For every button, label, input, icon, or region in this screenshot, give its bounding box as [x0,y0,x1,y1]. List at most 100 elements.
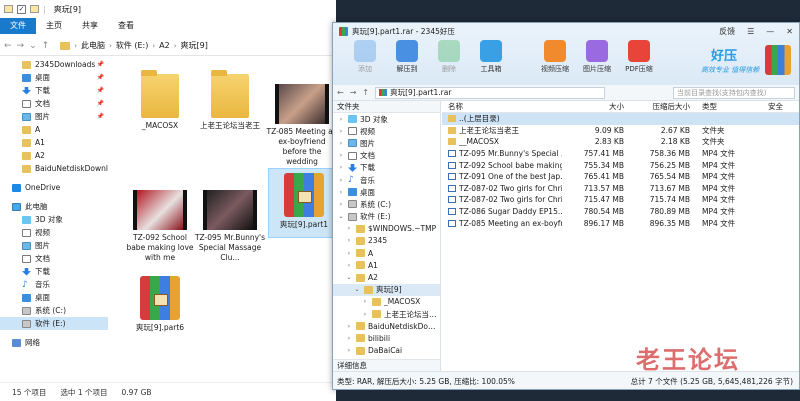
sidebar-item-baidunetdisk[interactable]: BaiduNetdiskDownlo [0,162,108,175]
sidebar-item-a[interactable]: A [0,123,108,136]
expand-arrow-icon[interactable]: › [345,237,353,244]
tab-share[interactable]: 共享 [72,18,108,34]
tree-node[interactable]: › ♪ 音乐 [333,174,440,186]
sidebar-item-a2[interactable]: A2 [0,149,108,162]
sidebar-item-documents[interactable]: 文档 📌 [0,97,108,110]
tree-node[interactable]: › A [333,247,440,259]
expand-arrow-icon[interactable]: › [345,347,353,354]
file-tile[interactable]: TZ-092 School babe making love with me [124,186,196,263]
tree-node[interactable]: › 文档 [333,150,440,162]
table-row[interactable]: TZ-087-02 Two girls for Chri... 715.47 MB… [442,194,799,206]
expand-arrow-icon[interactable]: › [337,152,345,159]
tree-node[interactable]: › $WINDOWS.~TMP [333,223,440,235]
details-toggle[interactable]: 详细信息 [333,359,440,371]
expand-arrow-icon[interactable]: › [337,116,345,123]
sidebar-item-a1[interactable]: A1 [0,136,108,149]
table-row[interactable]: ..(上层目录) [442,113,799,125]
sidebar-item-2345downloads[interactable]: 2345Downloads 📌 [0,58,108,71]
table-row[interactable]: TZ-086 Sugar Daddy EP15... 780.54 MB 780.8… [442,206,799,218]
expand-arrow-icon[interactable]: › [345,335,353,342]
tree-node[interactable]: ⌄ 软件 (E:) [333,211,440,223]
back-arrow-icon[interactable]: ← [337,88,344,97]
delete-button[interactable]: 删除 [431,40,467,74]
table-row[interactable]: TZ-091 One of the best Jap... 765.41 MB 76… [442,171,799,183]
expand-arrow-icon[interactable]: › [361,298,369,305]
column-size[interactable]: 大小 [562,101,628,112]
close-button[interactable]: ✕ [786,27,793,36]
archive-path-field[interactable]: 爽玩[9].part1.rar [375,86,606,99]
breadcrumb-item[interactable]: 软件 (E:) [116,40,149,51]
tree-node[interactable]: › A1 [333,259,440,271]
feedback-button[interactable]: 反馈 [719,26,735,37]
expand-arrow-icon[interactable]: › [361,311,369,318]
up-arrow-icon[interactable]: ↑ [362,88,369,97]
tree-node[interactable]: › 视频 [333,125,440,137]
column-name[interactable]: 名称 [442,101,562,112]
extract-to-button[interactable]: 解压到 [389,40,425,74]
file-tile[interactable]: TZ-085 Meeting an ex-boyfriend before th… [266,80,336,167]
expand-arrow-icon[interactable]: › [337,189,345,196]
tree-node[interactable]: › 3D 对象 [333,113,440,125]
tab-home[interactable]: 主页 [36,18,72,34]
expand-arrow-icon[interactable]: › [345,262,353,269]
tab-file[interactable]: 文件 [0,18,36,34]
tree-node[interactable]: › 下载 [333,162,440,174]
file-tile[interactable]: 上老王论坛当老王 [194,68,266,131]
sidebar-item-3d-objects[interactable]: 3D 对象 [0,213,108,226]
minimize-button[interactable]: — [766,27,774,36]
folder-icon[interactable] [30,5,39,13]
sidebar-item-desktop-pc[interactable]: 桌面 [0,291,108,304]
column-security[interactable]: 安全 [764,101,799,112]
tab-view[interactable]: 查看 [108,18,144,34]
table-row[interactable]: TZ-092 School babe making... 755.34 MB 756… [442,159,799,171]
tree-node[interactable]: › _MACOSX [333,296,440,308]
expand-arrow-icon[interactable]: ⌄ [345,274,353,281]
sidebar-item-videos[interactable]: 视频 [0,226,108,239]
up-arrow-icon[interactable]: ↑ [42,41,50,51]
sidebar-item-documents-pc[interactable]: 文档 [0,252,108,265]
expand-arrow-icon[interactable]: ⌄ [353,286,361,293]
add-button[interactable]: 添加 [347,40,383,74]
tree-node[interactable]: ⌄ 爽玩[9] [333,283,440,296]
expand-arrow-icon[interactable]: › [337,201,345,208]
search-input[interactable]: 当前目录查找(支持包内查找) [673,86,795,99]
video-compress-button[interactable]: 视频压缩 [537,40,573,74]
sidebar-item-downloads-pc[interactable]: 下载 [0,265,108,278]
checkbox-icon[interactable]: ✓ [17,4,26,14]
menu-icon[interactable]: ☰ [747,27,754,36]
table-row[interactable]: TZ-095 Mr.Bunny's Special ... 757.41 MB 75… [442,148,799,160]
tree-node[interactable]: › BaiduNetdiskDownl [333,320,440,332]
tree-node[interactable]: › 上老王论坛当老王 [333,308,440,320]
expand-arrow-icon[interactable]: › [337,164,345,171]
table-row[interactable]: TZ-087-02 Two girls for Chri... 713.57 MB… [442,183,799,195]
tree-node[interactable]: › DaBaiCai [333,345,440,357]
expand-arrow-icon[interactable]: › [337,128,345,135]
tree-node[interactable]: › 图片 [333,137,440,149]
toolbox-button[interactable]: 工具箱 [473,40,509,74]
file-tile[interactable]: _MACOSX [124,68,196,131]
expand-arrow-icon[interactable]: ⌄ [337,213,345,220]
breadcrumb-item[interactable]: 爽玩[9] [181,40,208,51]
tree-node[interactable]: › bilibili [333,332,440,344]
tree-node[interactable]: › 桌面 [333,186,440,198]
pdf-compress-button[interactable]: PDF压缩 [621,40,657,74]
forward-arrow-icon[interactable]: → [350,88,357,97]
forward-arrow-icon[interactable]: → [17,41,25,51]
sidebar-item-pictures-pc[interactable]: 图片 [0,239,108,252]
file-tile[interactable]: 爽玩[9].part6 [124,272,196,333]
file-tile[interactable]: 爽玩[9].part1 [268,168,336,238]
file-tile[interactable]: TZ-095 Mr.Bunny's Special Massage Clu... [194,186,266,263]
tree-node[interactable]: › 2345 [333,235,440,247]
back-arrow-icon[interactable]: ← [4,41,12,51]
sidebar-item-downloads[interactable]: 下载 📌 [0,84,108,97]
column-type[interactable]: 类型 [694,101,764,112]
image-compress-button[interactable]: 图片压缩 [579,40,615,74]
address-bar[interactable]: ← → ⌄ ↑ › 此电脑 › 软件 (E:) › A2 › 爽玩[9] [0,36,336,56]
chevron-down-icon[interactable]: ⌄ [29,41,37,51]
tree-node[interactable]: ⌄ A2 [333,271,440,283]
sidebar-item-music[interactable]: ♪ 音乐 [0,278,108,291]
expand-arrow-icon[interactable]: › [337,177,345,184]
table-row[interactable]: 上老王论坛当老王 9.09 KB 2.67 KB 文件夹 [442,125,799,137]
sidebar-item-network[interactable]: 网络 [0,336,108,349]
expand-arrow-icon[interactable]: › [345,323,353,330]
